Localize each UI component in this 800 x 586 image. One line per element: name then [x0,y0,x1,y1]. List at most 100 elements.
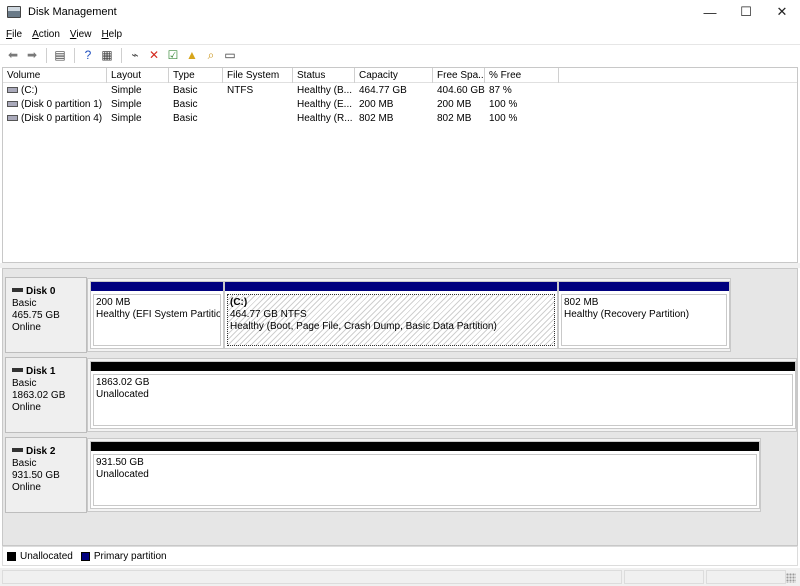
partition-line: Healthy (Boot, Page File, Crash Dump, Ba… [230,321,497,332]
column-header[interactable]: File System [223,68,293,83]
delete-icon[interactable]: ✕ [145,47,163,63]
disk-status: Online [12,482,41,493]
cell-text: 200 MB [437,99,472,110]
forward-icon[interactable]: ➡ [23,47,41,63]
menu-label: iew [76,28,92,40]
menu-item[interactable]: Help [101,29,122,40]
maximize-button[interactable]: ☐ [728,0,764,24]
disk-label[interactable]: Disk 1 Basic 1863.02 GB Online [5,357,87,433]
disk-type: Basic [12,458,37,469]
cell-text: Basic [173,85,198,96]
check-icon[interactable]: ☑ [164,47,182,63]
volume-list[interactable]: Volume Layout Type File System Status Capacit… [2,67,798,263]
cell-text: 200 MB [359,99,394,110]
partition-type-bar [225,282,557,291]
search-folder-icon[interactable]: ⌕ [202,47,220,63]
legend: Unallocated Primary partition [2,546,798,566]
disk-partition-area: 200 MB Healthy (EFI System Partition (C:) 4… [87,278,731,352]
partition-block[interactable]: 931.50 GB Unallocated [90,441,760,509]
cell-text: 100 % [489,113,518,124]
column-header[interactable]: % Free [485,68,559,83]
menu-accelerator: A [32,28,39,40]
partition-line: 464.77 GB NTFS [230,309,307,320]
disk-status: Online [12,402,41,413]
properties-icon[interactable]: ▦ [98,47,116,63]
partition-block[interactable]: (C:) 464.77 GB NTFS Healthy (Boot, Page Fi… [224,281,558,349]
table-row[interactable]: (C:) Simple Basic NTFS Healthy (B... 464.77 G… [3,84,797,98]
partition-line: 1863.02 GB [96,377,150,388]
connect-drive-icon[interactable]: ⌁ [126,47,144,63]
table-cell: 100 % [485,112,559,126]
back-icon[interactable]: ⬅ [4,47,22,63]
cell-text: Simple [111,113,142,124]
status-segment [624,570,704,584]
disk-icon [12,448,23,452]
toolbar: ⬅ ➡ ▤? ▦ ⌁ ✕ ☑ ▲ ⌕ ▭ [0,44,800,65]
legend-swatch [7,551,16,561]
cell-text: Basic [173,113,198,124]
column-header[interactable]: Type [169,68,223,83]
disk-name-text: Disk 0 [26,286,56,297]
table-row[interactable]: (Disk 0 partition 1) Simple Basic Healthy (… [3,98,797,112]
partition-block[interactable]: 200 MB Healthy (EFI System Partition [90,281,224,349]
resize-grip-icon[interactable] [786,573,796,583]
menu-label: elp [108,28,123,40]
partition-type-bar [91,442,759,451]
window-controls: — ☐ ✕ [692,0,800,24]
disk-name: Disk 2 [12,446,86,458]
minimize-button[interactable]: — [692,0,728,24]
partition-line: (C:) [230,297,248,308]
partition-line: Unallocated [96,389,149,400]
toolbar-separator [74,47,75,63]
disk-management-app-icon [7,6,21,18]
volume-icon [7,87,18,93]
menu-item[interactable]: View [70,29,92,40]
menu-label: ction [38,28,60,40]
table-cell [223,98,293,112]
cell-text: 404.60 GB [437,85,485,96]
folder-up-icon[interactable]: ▲ [183,47,201,63]
menu-label: ile [12,28,23,40]
volume-list-header: Volume Layout Type File System Status Capacit… [3,68,797,83]
partition-line: Unallocated [96,469,149,480]
partition-block[interactable]: 802 MB Healthy (Recovery Partition) [558,281,730,349]
cell-text: (C:) [21,85,38,96]
column-header[interactable]: Layout [107,68,169,83]
partition-block[interactable]: 1863.02 GB Unallocated [90,361,796,429]
table-cell: 200 MB [433,98,485,112]
disk-type: Basic [12,298,37,309]
table-cell: 100 % [485,98,559,112]
volume-icon [7,101,18,107]
console-tree-icon[interactable]: ▤ [51,47,69,63]
table-row[interactable]: (Disk 0 partition 4) Simple Basic Healthy (… [3,112,797,126]
cell-text: Simple [111,85,142,96]
disk-label[interactable]: Disk 0 Basic 465.75 GB Online [5,277,87,353]
partition-info: 200 MB Healthy (EFI System Partition [93,294,221,346]
column-header[interactable]: Capacity [355,68,433,83]
status-bar [0,568,800,586]
cell-text: 464.77 GB [359,85,407,96]
close-button[interactable]: ✕ [764,0,800,24]
table-cell: Healthy (R... [293,112,355,126]
window-title: Disk Management [28,6,117,18]
partition-info: 802 MB Healthy (Recovery Partition) [561,294,727,346]
partition-type-bar [91,282,223,291]
legend-label: Primary partition [93,550,167,562]
table-cell [223,112,293,126]
help-icon[interactable]: ? [79,47,97,63]
disk-icon [12,288,23,292]
list-view-icon[interactable]: ▭ [221,47,239,63]
partition-line: 931.50 GB [96,457,144,468]
menu-item[interactable]: File [6,29,22,40]
table-cell: 802 MB [355,112,433,126]
cell-text: (Disk 0 partition 1) [21,99,103,110]
disk-label[interactable]: Disk 2 Basic 931.50 GB Online [5,437,87,513]
disk-status: Online [12,322,41,333]
partition-line: 200 MB [96,297,131,308]
column-header[interactable]: Status [293,68,355,83]
disk-name: Disk 1 [12,366,86,378]
menu-item[interactable]: Action [32,29,60,40]
partition-info: 1863.02 GB Unallocated [93,374,793,426]
column-header[interactable]: Volume [3,68,107,83]
column-header[interactable]: Free Spa... [433,68,485,83]
